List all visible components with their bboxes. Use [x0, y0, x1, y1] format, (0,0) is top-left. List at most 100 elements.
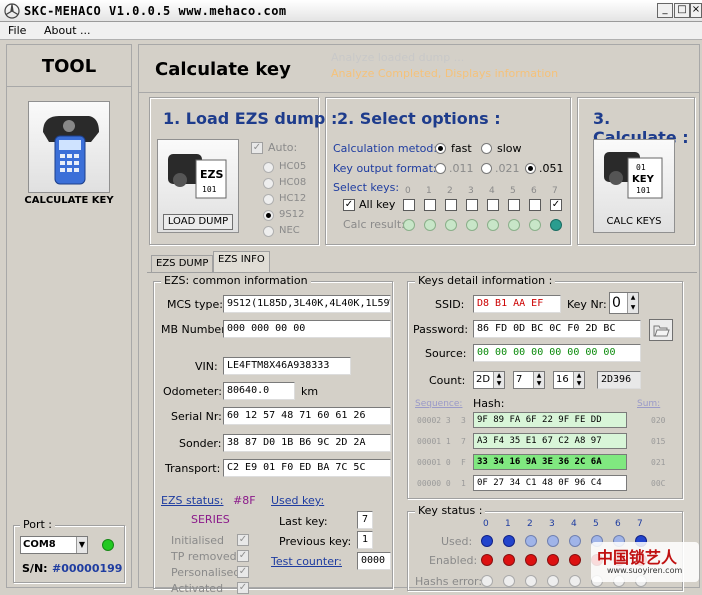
sum-0: 020	[651, 416, 666, 425]
sum-3: 00C	[651, 479, 666, 488]
flag-tp-removed: TP removed	[171, 550, 237, 563]
count-value-1: 7	[516, 374, 523, 385]
keynr-spinner[interactable]: 0 ▲ ▼	[609, 292, 639, 314]
spin-arrows-icon[interactable]: ▲ ▼	[627, 293, 638, 313]
port-value: COM8	[23, 539, 56, 550]
flag-activated: Activated	[171, 582, 224, 595]
format-021: .021	[495, 162, 520, 175]
sonder-field[interactable]: 38 87 D0 1B B6 9C 2D 2A	[223, 434, 391, 452]
auto-label: Auto:	[268, 141, 298, 154]
sn-value: #00000199	[52, 562, 123, 575]
port-select[interactable]: COM8 ▼	[20, 536, 88, 554]
key-checkbox-7[interactable]: ✓	[550, 199, 562, 211]
key-checkbox-6[interactable]	[529, 199, 541, 211]
keys-group-title: Keys detail information :	[415, 274, 556, 287]
menu-about[interactable]: About ...	[44, 24, 91, 37]
hash-error-led-3	[547, 575, 559, 587]
minimize-button[interactable]: _	[657, 3, 673, 18]
key-checkbox-2[interactable]	[445, 199, 457, 211]
radio-9s12[interactable]	[263, 210, 274, 221]
auto-checkbox[interactable]: ✓	[251, 142, 263, 154]
radio-051[interactable]	[525, 163, 536, 174]
activated-checkbox: ✓	[237, 582, 249, 594]
source-field[interactable]: 00 00 00 00 00 00 00 00	[473, 344, 641, 362]
key-checkbox-1[interactable]	[424, 199, 436, 211]
hash-error-led-4	[569, 575, 581, 587]
load-dump-button[interactable]: EZS 101 LOAD DUMP	[157, 139, 239, 233]
tab-ezs-dump[interactable]: EZS DUMP	[151, 255, 214, 273]
radio-hc12[interactable]	[263, 194, 274, 205]
enabled-led-2	[525, 554, 537, 566]
vin-field[interactable]: LE4FTM8X46A938333	[223, 357, 351, 375]
count-value-2: 16	[556, 374, 569, 385]
last-key-label: Last key:	[279, 515, 328, 528]
folder-open-button[interactable]	[649, 319, 673, 341]
transport-field[interactable]: C2 E9 01 F0 ED BA 7C 5C	[223, 459, 391, 477]
key-num-5: 5	[510, 186, 516, 196]
seq-0: 00002 3	[417, 416, 451, 425]
password-field[interactable]: 86 FD 0D BC 0C F0 2D BC	[473, 320, 641, 338]
key-status-title: Key status :	[415, 504, 486, 517]
calc-method-label: Calculation metod:	[333, 142, 438, 155]
close-button[interactable]: ×	[690, 3, 702, 18]
load-dump-label[interactable]: LOAD DUMP	[163, 214, 233, 230]
menu-file[interactable]: File	[8, 24, 26, 37]
seq-side-1: 7	[461, 437, 466, 446]
maximize-button[interactable]: □	[674, 3, 690, 18]
seq-1: 00001 1	[417, 437, 451, 446]
serial-label: Serial Nr:	[171, 410, 222, 423]
status-line-2: Analyze Completed, Displays information	[331, 67, 559, 80]
used-key-label[interactable]: Used key:	[271, 494, 324, 507]
radio-hc08[interactable]	[263, 178, 274, 189]
count-spinner-0[interactable]: 2D ▲ ▼	[473, 371, 505, 389]
calc-keys-button[interactable]: 01 KEY 101 CALC KEYS	[593, 139, 675, 233]
radio-fast[interactable]	[435, 143, 446, 154]
count-spinner-1[interactable]: 7 ▲ ▼	[513, 371, 545, 389]
key-checkbox-3[interactable]	[466, 199, 478, 211]
calc-key-icon: 01 KEY 101	[604, 152, 663, 199]
radio-nec[interactable]	[263, 226, 274, 237]
key-checkbox-0[interactable]	[403, 199, 415, 211]
test-counter-label[interactable]: Test counter:	[271, 555, 342, 568]
ks-num-5: 5	[593, 519, 599, 529]
calc-keys-label[interactable]: CALC KEYS	[594, 216, 674, 227]
prev-key-label: Previous key:	[279, 535, 352, 548]
mcs-field[interactable]: 9S12(1L85D,3L40K,4L40K,1L59W,	[223, 295, 391, 313]
label-hc08: HC08	[279, 177, 307, 188]
hash-error-led-0	[481, 575, 493, 587]
radio-021[interactable]	[481, 163, 492, 174]
all-key-label: All key	[359, 198, 396, 211]
chevron-down-icon[interactable]: ▼	[76, 537, 87, 553]
ezs-icon-bits: 101	[202, 185, 217, 194]
radio-hc05[interactable]	[263, 162, 274, 173]
used-led-2	[525, 535, 537, 547]
all-key-checkbox[interactable]: ✓	[343, 199, 355, 211]
hash-error-led-1	[503, 575, 515, 587]
calculate-key-tool-button[interactable]	[28, 101, 110, 193]
mb-field[interactable]: 000 000 00 00	[223, 320, 391, 338]
ezs-status-label[interactable]: EZS status:	[161, 494, 223, 507]
radio-slow[interactable]	[481, 143, 492, 154]
key-num-3: 3	[468, 186, 474, 196]
odometer-field[interactable]: 80640.0	[223, 382, 295, 400]
radio-011[interactable]	[435, 163, 446, 174]
key-checkbox-5[interactable]	[508, 199, 520, 211]
spin-arrows-icon[interactable]: ▲ ▼	[493, 372, 504, 388]
key-num-1: 1	[426, 186, 432, 196]
spin-arrows-icon[interactable]: ▲ ▼	[573, 372, 584, 388]
serial-field[interactable]: 60 12 57 48 71 60 61 26	[223, 407, 391, 425]
spin-arrows-icon[interactable]: ▲ ▼	[533, 372, 544, 388]
last-key-value: 7	[357, 511, 373, 529]
hash-error-led-2	[525, 575, 537, 587]
enabled-led-4	[569, 554, 581, 566]
calc-result-led-4	[487, 219, 499, 231]
ssid-field[interactable]: D8 B1 AA EF	[473, 295, 561, 313]
key-checkbox-4[interactable]	[487, 199, 499, 211]
count-spinner-2[interactable]: 16 ▲ ▼	[553, 371, 585, 389]
count-label: Count:	[429, 374, 466, 387]
tab-ezs-info[interactable]: EZS INFO	[213, 251, 270, 273]
window-title: SKC-MEHACO V1.0.0.5 www.mehaco.com	[24, 4, 287, 18]
output-format-label: Key output format:	[333, 162, 437, 175]
sn-label: S/N:	[22, 562, 48, 575]
tp-removed-checkbox: ✓	[237, 550, 249, 562]
